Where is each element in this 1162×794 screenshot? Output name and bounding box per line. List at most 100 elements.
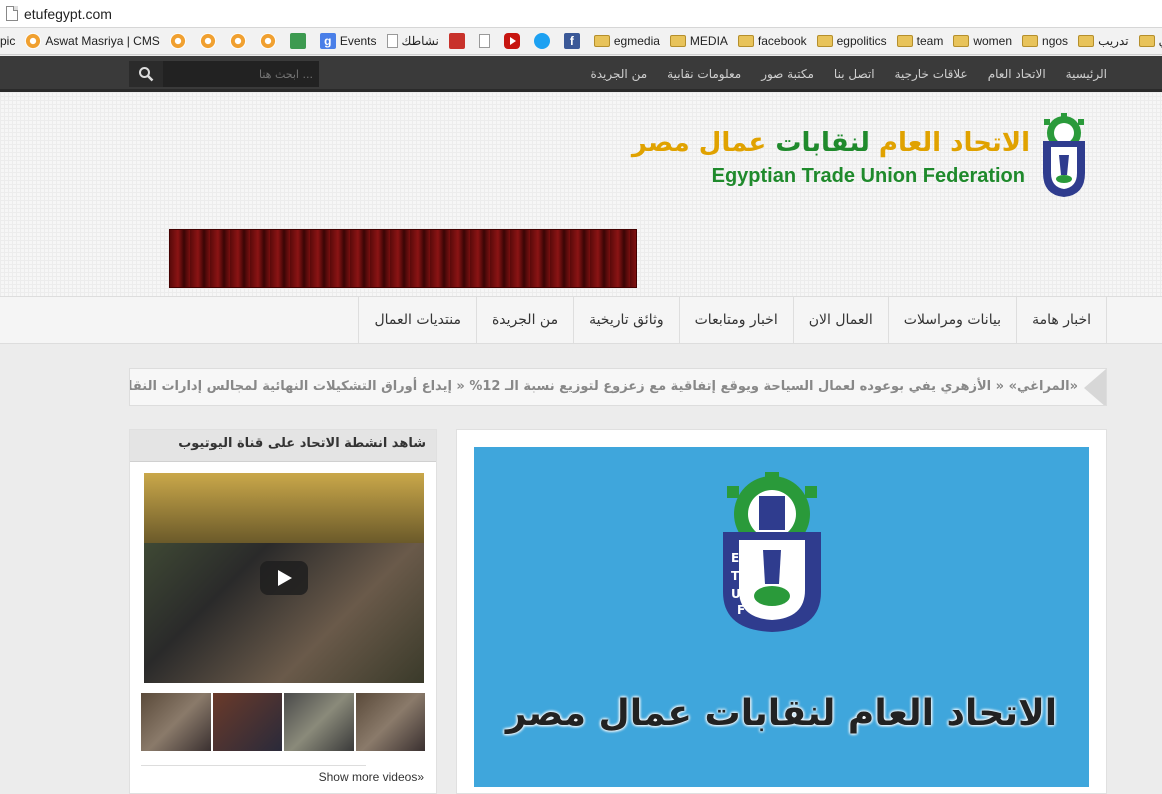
bookmark-label: egpolitics bbox=[836, 34, 887, 48]
search-button[interactable] bbox=[129, 61, 163, 87]
bookmark-item[interactable]: women bbox=[953, 34, 1012, 48]
page-icon bbox=[478, 34, 490, 48]
folder-icon bbox=[593, 35, 610, 47]
ticker-arrow-icon bbox=[1084, 369, 1106, 405]
bookmark-label: pic bbox=[0, 34, 16, 48]
play-icon[interactable] bbox=[260, 561, 308, 595]
search-input[interactable] bbox=[163, 61, 319, 87]
url-text[interactable]: etufegypt.com bbox=[24, 6, 112, 22]
youtube-icon bbox=[503, 33, 520, 49]
orange-icon bbox=[229, 33, 246, 49]
bookmark-item[interactable]: MEDIA bbox=[669, 34, 728, 48]
video-thumbnail[interactable] bbox=[284, 693, 354, 751]
page-icon bbox=[6, 6, 18, 21]
top-nav-link[interactable]: الرئيسية bbox=[1066, 67, 1107, 81]
google-icon: g bbox=[319, 33, 336, 49]
news-ticker: «المراغي» « الأزهري يفي بوعوده لعمال الس… bbox=[129, 368, 1107, 406]
facebook-icon: f bbox=[563, 33, 580, 49]
bookmark-item[interactable]: Aswat Masriya | CMS bbox=[25, 33, 160, 49]
bookmark-label: ngos bbox=[1042, 34, 1069, 48]
svg-text:E: E bbox=[731, 551, 739, 565]
sidebar-heading: شاهد انشطة الاتحاد على قناة اليوتيوب bbox=[130, 430, 436, 462]
main-nav-item[interactable]: بيانات ومراسلات bbox=[887, 297, 1016, 343]
bookmark-label: ثقافي bbox=[1159, 34, 1162, 48]
header-banner-image[interactable] bbox=[169, 229, 637, 288]
ticker-text[interactable]: «المراغي» « الأزهري يفي بوعوده لعمال الس… bbox=[130, 369, 1078, 405]
show-more-videos-link[interactable]: Show more videos» bbox=[319, 770, 424, 784]
bookmark-item[interactable]: f bbox=[563, 33, 584, 49]
svg-text:T: T bbox=[731, 569, 740, 583]
bookmark-item[interactable]: facebook bbox=[737, 34, 807, 48]
bookmark-item[interactable]: egpolitics bbox=[816, 34, 887, 48]
etuf-emblem-icon: E T U F bbox=[723, 472, 821, 632]
bookmark-item[interactable] bbox=[478, 34, 494, 48]
main-nav-item[interactable]: العمال الان bbox=[792, 297, 888, 343]
logo-ar-part1: الاتحاد العام bbox=[869, 128, 1030, 158]
tree-icon bbox=[289, 33, 306, 49]
bookmark-label: facebook bbox=[757, 34, 807, 48]
video-thumbnail[interactable] bbox=[212, 693, 282, 751]
red-icon bbox=[448, 33, 465, 49]
top-nav-link[interactable]: علاقات خارجية bbox=[895, 67, 968, 81]
bookmark-item[interactable]: g Events bbox=[319, 33, 377, 49]
folder-icon bbox=[1078, 35, 1095, 47]
folder-icon bbox=[896, 35, 913, 47]
divider bbox=[141, 765, 366, 766]
orange-icon bbox=[259, 33, 276, 49]
bookmark-item[interactable]: نشاطك bbox=[386, 34, 439, 48]
bookmark-item[interactable] bbox=[169, 33, 190, 49]
search-icon bbox=[139, 67, 154, 82]
top-nav-link[interactable]: اتصل بنا bbox=[834, 67, 875, 81]
video-backdrop bbox=[144, 473, 424, 543]
twitter-icon bbox=[533, 33, 550, 49]
bookmark-item[interactable] bbox=[448, 33, 469, 49]
top-nav-link[interactable]: مكتبة صور bbox=[761, 67, 814, 81]
main-nav-item[interactable]: وثائق تاريخية bbox=[573, 297, 679, 343]
orange-icon bbox=[25, 33, 42, 49]
logo-ar-part3: عمال مصر bbox=[631, 128, 776, 158]
bookmark-label: Aswat Masriya | CMS bbox=[45, 34, 160, 48]
featured-image[interactable]: E T U F الاتحاد العام لنقابات عمال مصر bbox=[474, 447, 1089, 787]
bookmark-item[interactable]: تدريب bbox=[1078, 34, 1129, 48]
orange-icon bbox=[169, 33, 186, 49]
video-thumbnail[interactable] bbox=[141, 693, 211, 751]
bookmark-item[interactable] bbox=[289, 33, 310, 49]
youtube-sidebar: شاهد انشطة الاتحاد على قناة اليوتيوب Sho… bbox=[129, 429, 437, 794]
main-nav-item[interactable]: منتديات العمال bbox=[358, 297, 476, 343]
bookmark-label: نشاطك bbox=[401, 34, 439, 48]
logo-ar-part2: لنقابات bbox=[775, 128, 870, 158]
top-nav-links: الرئيسية الاتحاد العام علاقات خارجية اتصل ب… bbox=[590, 56, 1107, 92]
svg-text:U: U bbox=[731, 587, 741, 601]
bookmark-item[interactable]: ngos bbox=[1022, 34, 1068, 48]
etuf-logo-icon[interactable] bbox=[1039, 113, 1089, 199]
orange-icon bbox=[199, 33, 216, 49]
address-bar[interactable]: etufegypt.com bbox=[0, 0, 1162, 28]
bookmark-item[interactable]: egmedia bbox=[593, 34, 660, 48]
main-nav: اخبار هامة بيانات ومراسلات العمال الان اخبا… bbox=[0, 296, 1162, 344]
bookmark-item[interactable]: team bbox=[896, 34, 943, 48]
video-player[interactable] bbox=[144, 473, 424, 683]
bookmark-label: egmedia bbox=[613, 34, 660, 48]
top-nav-link[interactable]: من الجريدة bbox=[590, 67, 647, 81]
top-nav-link[interactable]: الاتحاد العام bbox=[988, 67, 1046, 81]
bookmark-item[interactable] bbox=[533, 33, 554, 49]
bookmark-item[interactable] bbox=[503, 33, 524, 49]
folder-icon bbox=[816, 35, 833, 47]
main-nav-items: اخبار هامة بيانات ومراسلات العمال الان اخبا… bbox=[358, 297, 1107, 343]
main-nav-item[interactable]: اخبار هامة bbox=[1016, 297, 1107, 343]
bookmark-item[interactable] bbox=[259, 33, 280, 49]
bookmark-item[interactable] bbox=[199, 33, 220, 49]
top-nav-link[interactable]: معلومات نقابية bbox=[667, 67, 741, 81]
bookmark-item[interactable]: pic bbox=[0, 34, 15, 48]
bookmark-item[interactable] bbox=[229, 33, 250, 49]
page-icon bbox=[386, 34, 398, 48]
site-top-nav: الرئيسية الاتحاد العام علاقات خارجية اتصل ب… bbox=[0, 56, 1162, 92]
svg-text:F: F bbox=[737, 603, 745, 617]
main-nav-item[interactable]: اخبار ومتابعات bbox=[678, 297, 793, 343]
bookmark-label: Events bbox=[339, 34, 377, 48]
folder-icon bbox=[1022, 35, 1039, 47]
main-nav-item[interactable]: من الجريدة bbox=[475, 297, 573, 343]
folder-icon bbox=[1138, 35, 1155, 47]
bookmark-item[interactable]: ثقافي bbox=[1138, 34, 1162, 48]
video-thumbnail[interactable] bbox=[355, 693, 425, 751]
